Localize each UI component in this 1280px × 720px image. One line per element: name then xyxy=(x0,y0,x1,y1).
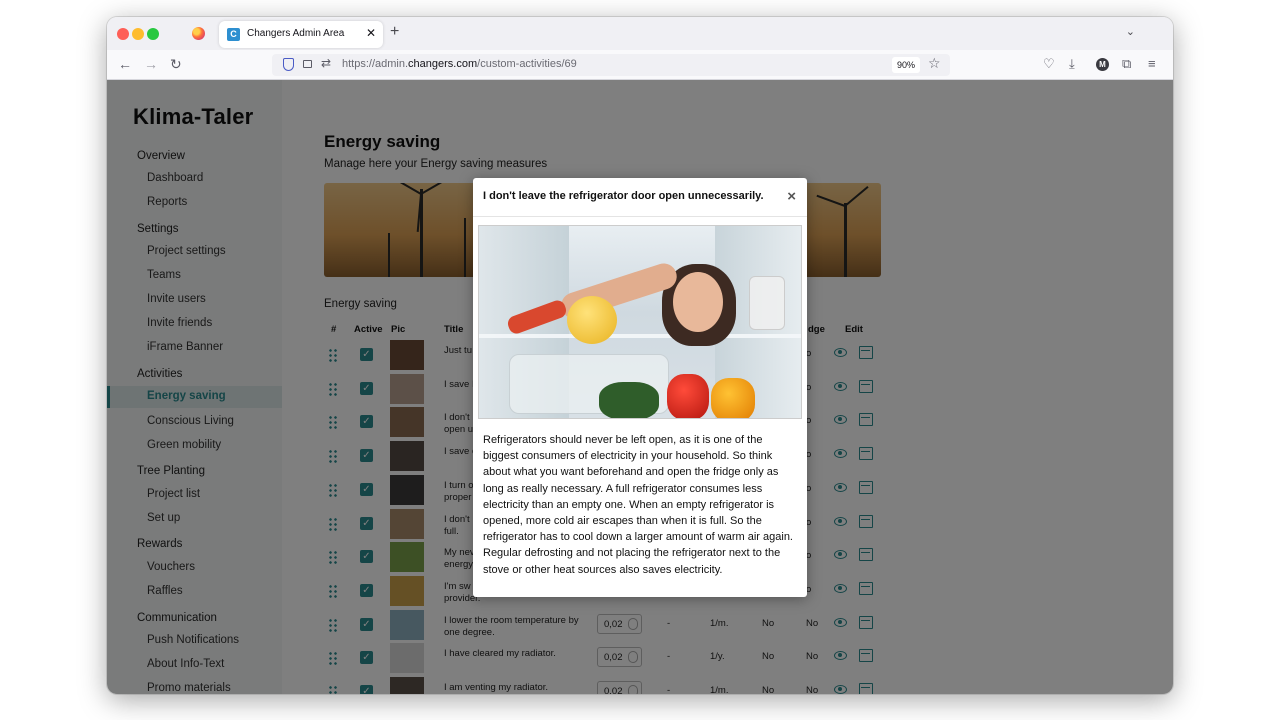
url-text[interactable]: https://admin.changers.com/custom-activi… xyxy=(342,58,577,70)
pocket-icon[interactable]: ♡ xyxy=(1043,56,1055,72)
modal-title: I don't leave the refrigerator door open… xyxy=(483,190,764,202)
tab-close-icon[interactable]: ✕ xyxy=(366,26,376,40)
woman-face xyxy=(673,272,723,332)
forward-arrow-icon[interactable]: → xyxy=(144,56,158,72)
reload-icon[interactable]: ↻ xyxy=(170,56,182,73)
bookmark-star-icon[interactable]: ☆ xyxy=(928,55,941,72)
red-pepper xyxy=(667,374,709,418)
lemon xyxy=(567,296,617,344)
tab-changers-admin[interactable]: C Changers Admin Area ✕ xyxy=(219,21,383,48)
lock-icon[interactable] xyxy=(303,60,312,68)
account-avatar[interactable]: M xyxy=(1096,58,1109,71)
nav-toolbar: ← → ↻ ⇄ https://admin.changers.com/custo… xyxy=(107,50,1173,80)
new-tab-icon[interactable]: + xyxy=(390,23,399,41)
minimize-window-button[interactable] xyxy=(132,28,144,40)
greens xyxy=(599,382,659,418)
menu-hamburger-icon[interactable]: ≡ xyxy=(1148,56,1156,71)
page-content: Klima-Taler Overview Dashboard Reports S… xyxy=(107,80,1173,694)
modal-description: Refrigerators should never be left open,… xyxy=(483,434,793,576)
browser-window: C Changers Admin Area ✕ + ⌄ ← → ↻ ⇄ http… xyxy=(107,17,1173,694)
url-bar[interactable]: ⇄ https://admin.changers.com/custom-acti… xyxy=(272,54,950,76)
modal-close-icon[interactable]: × xyxy=(787,188,796,205)
fridge-shelf xyxy=(479,334,801,338)
refrigerator-photo xyxy=(478,225,802,419)
jar xyxy=(749,276,785,330)
zoom-level-badge[interactable]: 90% xyxy=(892,57,920,73)
extensions-icon[interactable]: ⧉ xyxy=(1122,56,1131,72)
close-window-button[interactable] xyxy=(117,28,129,40)
firefox-icon xyxy=(192,27,205,40)
activity-detail-modal: I don't leave the refrigerator door open… xyxy=(473,178,807,597)
tracking-shield-icon[interactable] xyxy=(283,58,294,71)
tab-bar: C Changers Admin Area ✕ + ⌄ xyxy=(107,17,1173,50)
back-arrow-icon[interactable]: ← xyxy=(118,56,132,72)
tab-title: Changers Admin Area xyxy=(247,28,345,39)
modal-header: I don't leave the refrigerator door open… xyxy=(473,178,807,217)
tab-list-chevron-down-icon[interactable]: ⌄ xyxy=(1126,25,1135,38)
zoom-window-button[interactable] xyxy=(147,28,159,40)
changers-favicon-icon: C xyxy=(227,28,240,41)
permissions-icon[interactable]: ⇄ xyxy=(321,56,331,70)
downloads-icon[interactable]: ⤓ xyxy=(1069,56,1075,72)
yellow-pepper xyxy=(711,378,755,418)
